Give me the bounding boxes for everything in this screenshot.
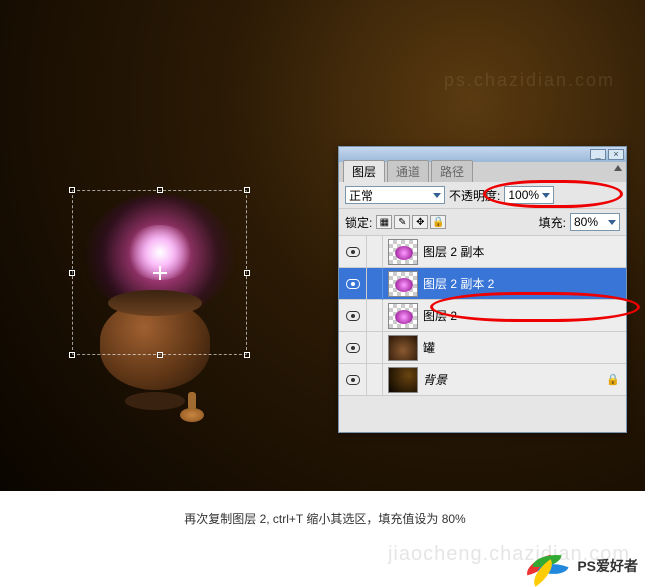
- brand-logo: PS爱好者: [523, 552, 638, 580]
- opacity-value: 100%: [508, 188, 539, 202]
- handle-tc[interactable]: [157, 187, 163, 193]
- link-column[interactable]: [367, 268, 383, 300]
- handle-ml[interactable]: [69, 270, 75, 276]
- handle-tl[interactable]: [69, 187, 75, 193]
- layers-list: 图层 2 副本 图层 2 副本 2 图层 2 罐 背景 🔒: [339, 236, 626, 396]
- layer-name[interactable]: 背景: [423, 371, 447, 388]
- lock-icon: 🔒: [606, 373, 620, 386]
- chevron-down-icon: [608, 220, 616, 225]
- lock-position-icon[interactable]: ✥: [412, 215, 428, 229]
- layer-thumbnail[interactable]: [388, 271, 418, 297]
- handle-mr[interactable]: [244, 270, 250, 276]
- lock-label: 锁定:: [345, 214, 372, 231]
- tab-layers[interactable]: 图层: [343, 160, 385, 182]
- minimize-button[interactable]: _: [590, 149, 606, 160]
- blend-mode-select[interactable]: 正常: [345, 186, 445, 204]
- chevron-down-icon: [542, 193, 550, 198]
- layer-thumbnail[interactable]: [388, 303, 418, 329]
- layer-thumbnail[interactable]: [388, 335, 418, 361]
- handle-tr[interactable]: [244, 187, 250, 193]
- lock-transparency-icon[interactable]: ▦: [376, 215, 392, 229]
- eye-icon: [346, 343, 360, 353]
- visibility-toggle[interactable]: [339, 268, 367, 300]
- layer-row[interactable]: 图层 2: [339, 300, 626, 332]
- blend-mode-value: 正常: [349, 187, 373, 204]
- visibility-toggle[interactable]: [339, 300, 367, 332]
- layer-thumbnail[interactable]: [388, 239, 418, 265]
- tutorial-caption: 再次复制图层 2, ctrl+T 缩小其选区，填充值设为 80%: [0, 510, 650, 527]
- opacity-input[interactable]: 100%: [504, 186, 554, 204]
- canvas-watermark: ps.chazidian.com: [444, 70, 615, 91]
- visibility-toggle[interactable]: [339, 332, 367, 364]
- handle-bc[interactable]: [157, 352, 163, 358]
- layers-panel: _ × 图层 通道 路径 正常 不透明度: 100% 锁定: ▦ ✎ ✥ 🔒 填…: [338, 146, 627, 433]
- fill-label: 填充:: [539, 214, 566, 231]
- tab-channels[interactable]: 通道: [387, 160, 429, 182]
- layer-row[interactable]: 背景 🔒: [339, 364, 626, 396]
- fill-value: 80%: [574, 215, 598, 229]
- tab-paths[interactable]: 路径: [431, 160, 473, 182]
- panel-menu-icon[interactable]: [614, 165, 622, 171]
- eye-icon: [346, 279, 360, 289]
- transform-selection[interactable]: [72, 190, 247, 355]
- eye-icon: [346, 247, 360, 257]
- layer-thumbnail[interactable]: [388, 367, 418, 393]
- brand-name: PS爱好者: [577, 556, 638, 576]
- layer-row[interactable]: 图层 2 副本 2: [339, 268, 626, 300]
- layer-name[interactable]: 图层 2 副本: [423, 243, 484, 260]
- eye-icon: [346, 311, 360, 321]
- layer-row[interactable]: 图层 2 副本: [339, 236, 626, 268]
- blend-opacity-row: 正常 不透明度: 100%: [339, 182, 626, 209]
- link-column[interactable]: [367, 364, 383, 396]
- lock-pixels-icon[interactable]: ✎: [394, 215, 410, 229]
- visibility-toggle[interactable]: [339, 236, 367, 268]
- link-column[interactable]: [367, 332, 383, 364]
- close-button[interactable]: ×: [608, 149, 624, 160]
- fill-input[interactable]: 80%: [570, 213, 620, 231]
- handle-br[interactable]: [244, 352, 250, 358]
- link-column[interactable]: [367, 300, 383, 332]
- eye-icon: [346, 375, 360, 385]
- panel-tabs: 图层 通道 路径: [339, 162, 626, 182]
- visibility-toggle[interactable]: [339, 364, 367, 396]
- lock-fill-row: 锁定: ▦ ✎ ✥ 🔒 填充: 80%: [339, 209, 626, 236]
- logo-icon: [523, 552, 571, 580]
- transform-center[interactable]: [153, 266, 167, 280]
- layer-name[interactable]: 罐: [423, 339, 435, 356]
- lock-all-icon[interactable]: 🔒: [430, 215, 446, 229]
- chevron-down-icon: [433, 193, 441, 198]
- lock-buttons: ▦ ✎ ✥ 🔒: [376, 215, 446, 229]
- link-column[interactable]: [367, 236, 383, 268]
- handle-bl[interactable]: [69, 352, 75, 358]
- layer-name[interactable]: 图层 2 副本 2: [423, 275, 494, 292]
- opacity-label: 不透明度:: [449, 187, 500, 204]
- layer-row[interactable]: 罐: [339, 332, 626, 364]
- layer-name[interactable]: 图层 2: [423, 307, 457, 324]
